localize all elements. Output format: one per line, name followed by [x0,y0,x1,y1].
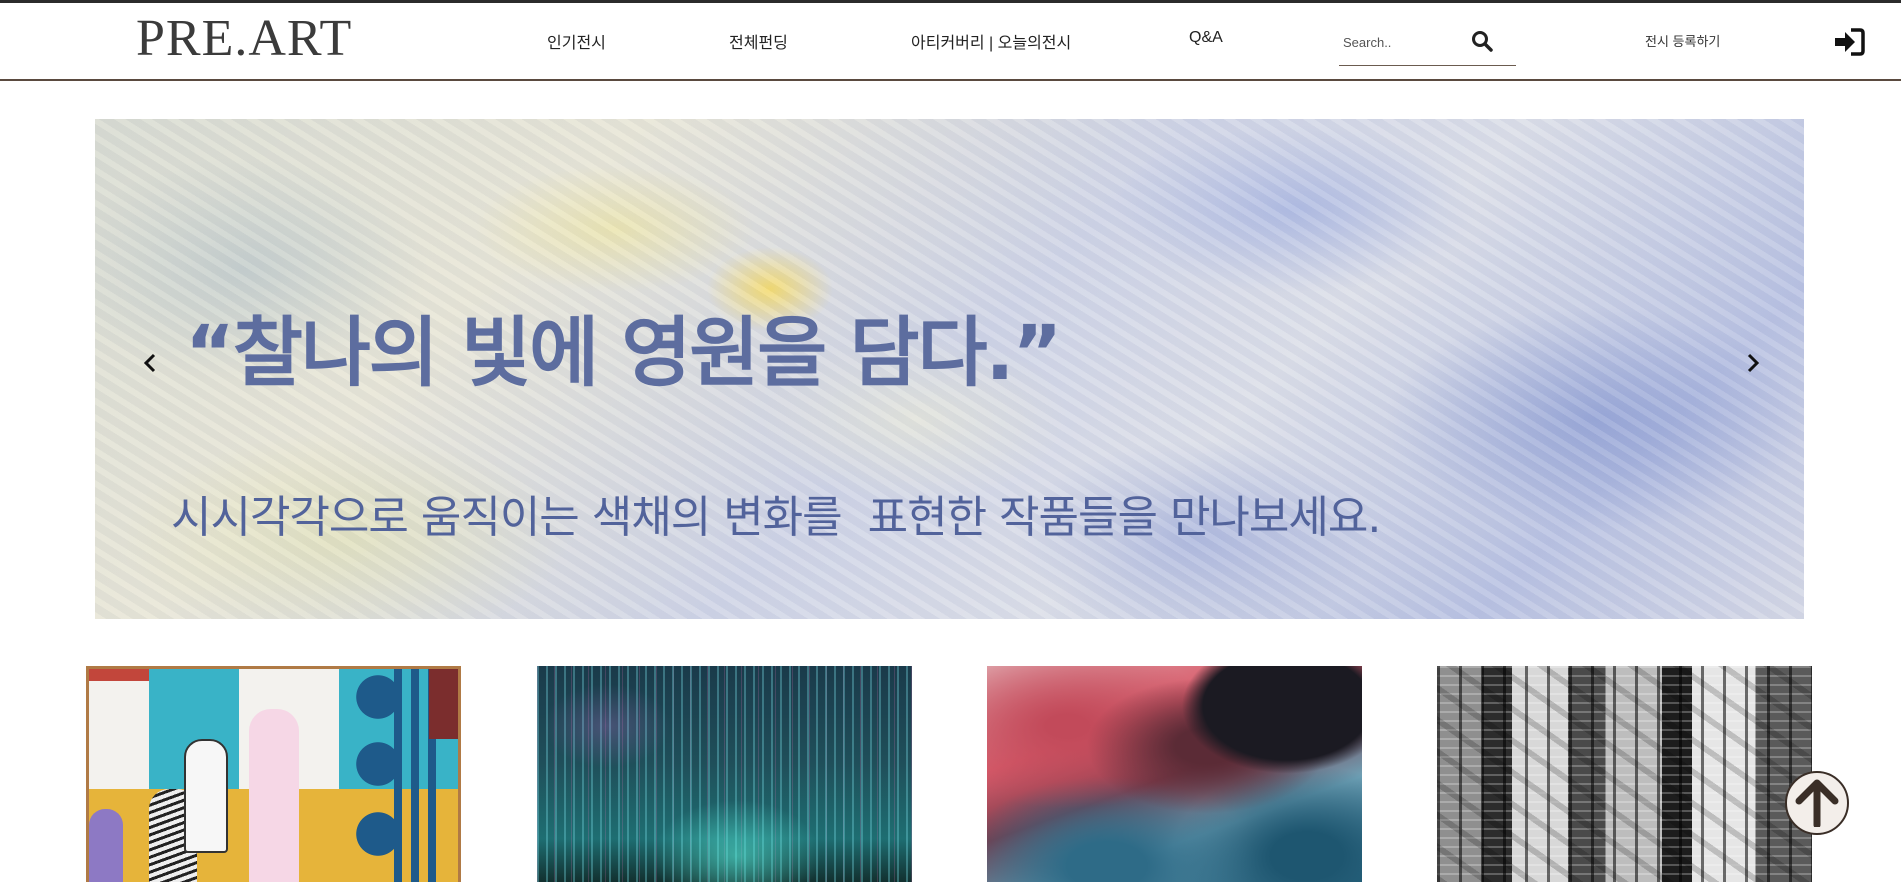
nav-item-all-funding[interactable]: 전체펀딩 [729,29,788,53]
exhibition-card-collage[interactable] [86,666,461,882]
site-header: PRE.ART 인기전시 전체펀딩 아티커버리 | 오늘의전시 Q&A 전시 등… [0,3,1901,81]
site-logo[interactable]: PRE.ART [136,9,352,69]
banner-quote: “찰나의 빛에 영원을 담다.” [185,308,1062,397]
sign-in-icon[interactable] [1833,27,1865,57]
collage-figure-child [184,739,228,853]
nav-item-popular-exhibitions[interactable]: 인기전시 [547,29,606,53]
register-exhibition-link[interactable]: 전시 등록하기 [1645,31,1720,50]
chevron-right-icon[interactable] [1740,351,1764,375]
scroll-to-top-button[interactable] [1785,771,1849,835]
collage-arch [89,809,123,882]
banner-subtitle: 시시각각으로 움직이는 색채의 변화를 표현한 작품들을 만나보세요. [171,492,1381,543]
nav-item-qna[interactable]: Q&A [1189,29,1223,47]
search-input[interactable] [1341,31,1475,53]
arrow-up-icon [1795,779,1839,827]
exhibition-card-light-installation[interactable] [537,666,912,882]
collage-ticket [429,669,458,739]
search-box [1339,17,1516,66]
collage-artwork-image [89,669,149,681]
exhibition-card-fluid-paint[interactable] [987,666,1362,882]
chevron-left-icon[interactable] [139,351,163,375]
exhibition-card-city-aerial[interactable] [1437,666,1812,882]
search-icon[interactable] [1470,29,1494,53]
nav-item-artcovery[interactable]: 아티커버리 | 오늘의전시 [911,29,1071,53]
collage-figure-woman [249,709,299,882]
hero-banner: “찰나의 빛에 영원을 담다.” 시시각각으로 움직이는 색채의 변화를 표현한… [95,119,1804,619]
